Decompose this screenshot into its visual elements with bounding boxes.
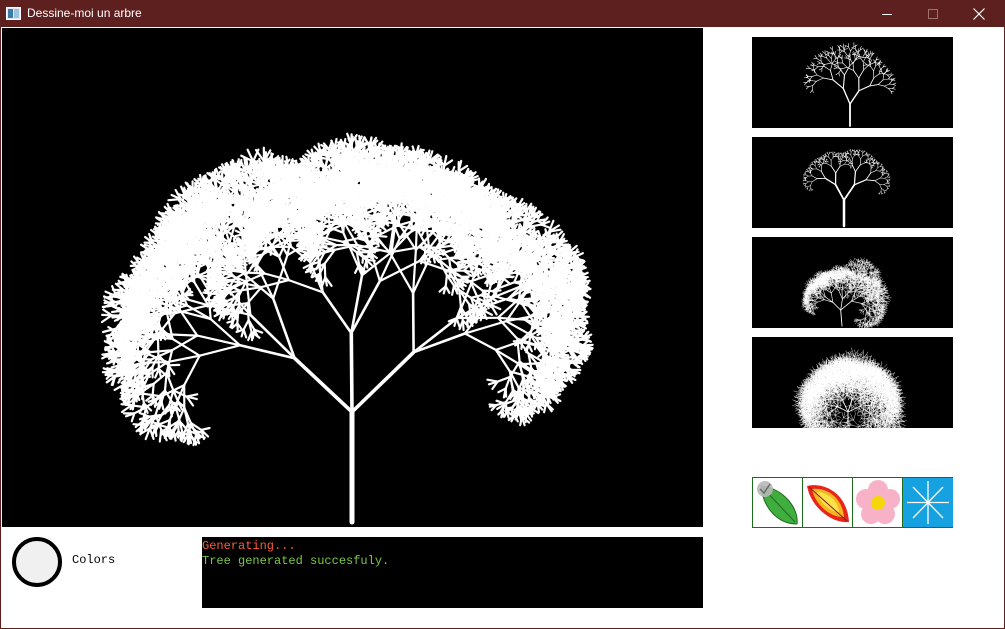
minimize-button[interactable]: [864, 1, 910, 27]
minimize-icon: [882, 14, 892, 15]
output-console: Generating... Tree generated succesfuly.: [202, 537, 703, 608]
console-line: Generating...: [202, 539, 296, 553]
tree-preset-4-image: [792, 347, 907, 428]
leaf-autumn-swatch[interactable]: [803, 478, 853, 527]
color-picker-button[interactable]: [12, 537, 62, 587]
app-icon: [6, 6, 21, 21]
leaf-style-palette: [752, 477, 953, 528]
close-button[interactable]: [956, 1, 1002, 27]
tree-preset-1[interactable]: [752, 37, 953, 128]
maximize-icon: [928, 9, 938, 19]
window-title: Dessine-moi un arbre: [27, 6, 142, 20]
snowflake-blue-swatch[interactable]: [903, 478, 953, 527]
tree-preset-2-image: [802, 148, 891, 228]
maximize-button[interactable]: [910, 1, 956, 27]
app-window: Dessine-moi un arbre Colors Generating..…: [0, 0, 1005, 629]
tree-drawing: [100, 132, 594, 525]
flower-pink-swatch[interactable]: [853, 478, 903, 527]
leaf-green-icon: [757, 481, 798, 525]
tree-canvas[interactable]: [2, 28, 703, 527]
tree-preset-3-image: [801, 257, 892, 328]
tree-preset-4[interactable]: [752, 337, 953, 428]
colors-label: Colors: [72, 553, 116, 567]
close-icon: [973, 8, 985, 20]
tree-preset-2[interactable]: [752, 137, 953, 228]
tree-preset-3[interactable]: [752, 237, 953, 328]
tree-preset-1-image: [803, 42, 897, 127]
leaf-autumn-icon: [807, 485, 849, 523]
console-line: Tree generated succesfuly.: [202, 554, 390, 568]
title-bar[interactable]: Dessine-moi un arbre: [1, 1, 1004, 27]
leaf-green-swatch[interactable]: [753, 478, 803, 527]
snowflake-blue-icon: [907, 481, 949, 524]
flower-pink-icon: [856, 480, 900, 524]
